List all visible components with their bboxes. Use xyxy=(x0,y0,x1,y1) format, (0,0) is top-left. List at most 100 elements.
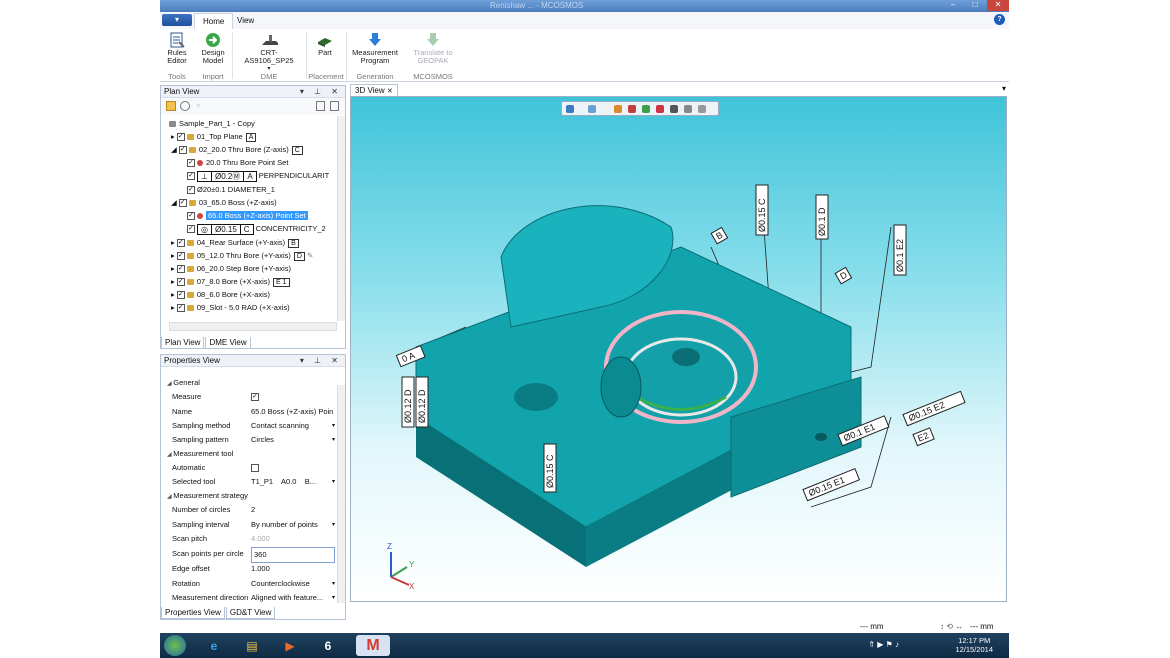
tree-item-8-bore[interactable]: ▸ ✓ 07_8.0 Bore (+X-axis) E 1 xyxy=(171,275,290,288)
ribbon: Rules Editor Design Model CRT-AS9106_SP2… xyxy=(160,29,1009,82)
part-button[interactable]: Part xyxy=(310,31,340,57)
automatic-checkbox[interactable] xyxy=(251,464,259,473)
clock-date: 12/15/2014 xyxy=(955,645,993,654)
panel-menu-icon[interactable]: ▾ xyxy=(1002,84,1006,93)
sampling-interval-select[interactable]: By number of points xyxy=(251,518,335,532)
annotation-13: Ø0.15 C xyxy=(545,454,555,488)
part-icon xyxy=(316,31,334,48)
scan-points-input[interactable]: 360 xyxy=(251,547,335,563)
prop-category-tool[interactable]: Measurement tool xyxy=(161,447,337,461)
slot xyxy=(514,383,558,411)
selected-tool-select[interactable]: T1_P1 A0.0 B... xyxy=(251,475,335,489)
prop-scan-pitch: Scan pitch 4.000 xyxy=(161,532,337,546)
mcosmos-taskbar-icon[interactable]: M xyxy=(356,635,390,656)
measurement-program-button[interactable]: Measurement Program xyxy=(350,31,400,65)
group-generation: Generation xyxy=(356,72,394,81)
filter-icon[interactable] xyxy=(166,101,176,111)
properties-scrollbar[interactable] xyxy=(337,385,345,603)
tab-dme-view[interactable]: DME View xyxy=(205,337,251,349)
help-icon[interactable]: ? xyxy=(994,14,1005,25)
tree-item-diameter[interactable]: ✓ Ø20±0.1 DIAMETER_1 xyxy=(187,183,275,196)
group-dme: DME xyxy=(260,72,278,81)
prop-measurement-direction: Measurement direction Aligned with featur… xyxy=(161,591,337,605)
tree-item-rear-surface[interactable]: ▸ ✓ 04_Rear Surface (+Y-axis) B xyxy=(171,236,299,249)
plan-view-hscrollbar[interactable] xyxy=(169,322,337,331)
dme-button[interactable]: CRT-AS9106_SP25 ▾ xyxy=(236,31,302,73)
maximize-button[interactable]: □ xyxy=(965,0,985,11)
prop-sampling-method: Sampling method Contact scanning ▾ xyxy=(161,419,337,433)
app-icon-6[interactable]: 6 xyxy=(314,635,342,656)
3d-viewport[interactable]: Ø0.15 C Ø0.1 D Ø0.1 E2 B D Ø0.15 E2 Ø0.1… xyxy=(350,96,1007,602)
tree-item-thru-bore-y[interactable]: ▸ ✓ 05_12.0 Thru Bore (+Y-axis) D ✎ xyxy=(171,249,313,262)
center-bore xyxy=(672,348,700,366)
tree-item-boss-point-set[interactable]: ✓ 65.0 Boss (+Z-axis) Point Set xyxy=(187,209,308,222)
status-bar: --- mm ↕ ⟲ ↔ --- mm xyxy=(350,620,1009,634)
rotation-select[interactable]: Counterclockwise xyxy=(251,577,335,591)
tree-item-point-set[interactable]: ✓ 20.0 Thru Bore Point Set xyxy=(187,156,288,169)
close-button[interactable]: ✕ xyxy=(987,0,1009,11)
prop-category-general[interactable]: General xyxy=(161,376,337,390)
group-mcosmos: MCOSMOS xyxy=(413,72,453,81)
tab-view[interactable]: View xyxy=(229,13,262,29)
plan-view-title: Plan View xyxy=(164,87,200,96)
rules-editor-label: Rules Editor xyxy=(167,48,187,65)
tab-gdt-view[interactable]: GD&T View xyxy=(225,607,276,619)
prop-category-strategy[interactable]: Measurement strategy xyxy=(161,489,337,503)
tree-root[interactable]: Sample_Part_1 - Copy xyxy=(169,117,255,130)
group-import: Import xyxy=(202,72,224,81)
search-icon[interactable] xyxy=(180,101,190,111)
annotation-10: Ø0.12 D xyxy=(403,389,413,423)
ribbon-separator xyxy=(346,32,347,79)
design-model-button[interactable]: Design Model xyxy=(198,31,228,65)
rules-editor-button[interactable]: Rules Editor xyxy=(163,31,191,65)
translate-label: Translate to GEOPAK xyxy=(413,48,453,65)
paste-icon[interactable] xyxy=(330,101,339,111)
tree-item-6-bore[interactable]: ▸ ✓ 08_6.0 Bore (+X-axis) xyxy=(171,288,270,301)
tree-item-top-plane[interactable]: ▸ ✓ 01_Top Plane A xyxy=(171,130,257,143)
plan-view-scrollbar[interactable] xyxy=(337,116,345,321)
number-of-circles-field[interactable]: 2 xyxy=(251,503,335,517)
minimize-button[interactable]: – xyxy=(943,0,963,11)
tree-item-boss-z[interactable]: ◢ ✓ 03_65.0 Boss (+Z-axis) xyxy=(171,196,277,209)
translate-to-geopak-button[interactable]: Translate to GEOPAK xyxy=(408,31,458,65)
windows-taskbar: e ▤ ▶ 6 M ⇑ ▶ ⚑ ♪ 12:17 PM 12/15/2014 xyxy=(160,633,1009,658)
prop-sampling-interval: Sampling interval By number of points ▾ xyxy=(161,518,337,532)
panel-controls[interactable]: ▾ ⊥ ✕ xyxy=(300,356,342,365)
application-window: Renishaw ... - MCOSMOS – □ ✕ ▾ Home View… xyxy=(160,0,1009,658)
measurement-direction-select[interactable]: Aligned with feature... xyxy=(251,591,335,605)
plan-view-header: Plan View ▾ ⊥ ✕ xyxy=(161,86,345,98)
download-arrow-icon xyxy=(366,31,384,48)
application-menu-button[interactable]: ▾ xyxy=(162,14,192,26)
tab-properties-view[interactable]: Properties View xyxy=(161,607,225,619)
part-model: Ø0.15 C Ø0.1 D Ø0.1 E2 B D Ø0.15 E2 Ø0.1… xyxy=(387,184,966,591)
tree-item-step-bore[interactable]: ▸ ✓ 06_20.0 Step Bore (+Y-axis) xyxy=(171,262,291,275)
media-player-icon[interactable]: ▶ xyxy=(276,635,304,656)
axis-y-label: Y xyxy=(409,560,415,569)
name-field[interactable]: 65.0 Boss (+Z-axis) Poin xyxy=(251,405,335,419)
sampling-method-select[interactable]: Contact scanning xyxy=(251,419,335,433)
ribbon-tab-bar: ▾ Home View ? xyxy=(160,12,1009,29)
copy-icon[interactable] xyxy=(316,101,325,111)
tab-home[interactable]: Home xyxy=(194,13,234,29)
tray-icons[interactable]: ⇑ ▶ ⚑ ♪ xyxy=(868,640,899,649)
tab-plan-view[interactable]: Plan View xyxy=(161,337,205,349)
prop-automatic: Automatic xyxy=(161,461,337,475)
system-clock[interactable]: 12:17 PM 12/15/2014 xyxy=(955,636,993,654)
tree-item-slot[interactable]: ▸ ✓ 09_Slot - 5.0 RAD (+X-axis) xyxy=(171,301,290,314)
sampling-pattern-select[interactable]: Circles xyxy=(251,433,335,447)
star-icon[interactable]: ✦ xyxy=(195,101,204,110)
edge-offset-field[interactable]: 1.000 xyxy=(251,562,335,576)
scan-pitch-field[interactable]: 4.000 xyxy=(251,532,335,546)
start-button[interactable] xyxy=(164,635,186,656)
tree-item-thru-bore-z[interactable]: ◢ ✓ 02_20.0 Thru Bore (Z-axis) C xyxy=(171,143,303,156)
annotation-11: Ø0.12 D xyxy=(417,389,427,423)
annotation-2: Ø0.1 D xyxy=(817,207,827,236)
tree-item-perpendicularity[interactable]: ✓ ⊥ Ø0.2Ⓜ A PERPENDICULARIT xyxy=(187,169,329,182)
translate-arrow-icon xyxy=(424,31,442,48)
file-explorer-icon[interactable]: ▤ xyxy=(238,635,266,656)
internet-explorer-icon[interactable]: e xyxy=(200,635,228,656)
tree-item-concentricity[interactable]: ✓ ◎ Ø0.15 C CONCENTRICITY_2 xyxy=(187,222,326,235)
measure-checkbox[interactable]: ✓ xyxy=(251,393,259,402)
panel-controls[interactable]: ▾ ⊥ ✕ xyxy=(300,87,342,96)
tab-3d-view[interactable]: 3D View ✕ xyxy=(350,84,398,96)
